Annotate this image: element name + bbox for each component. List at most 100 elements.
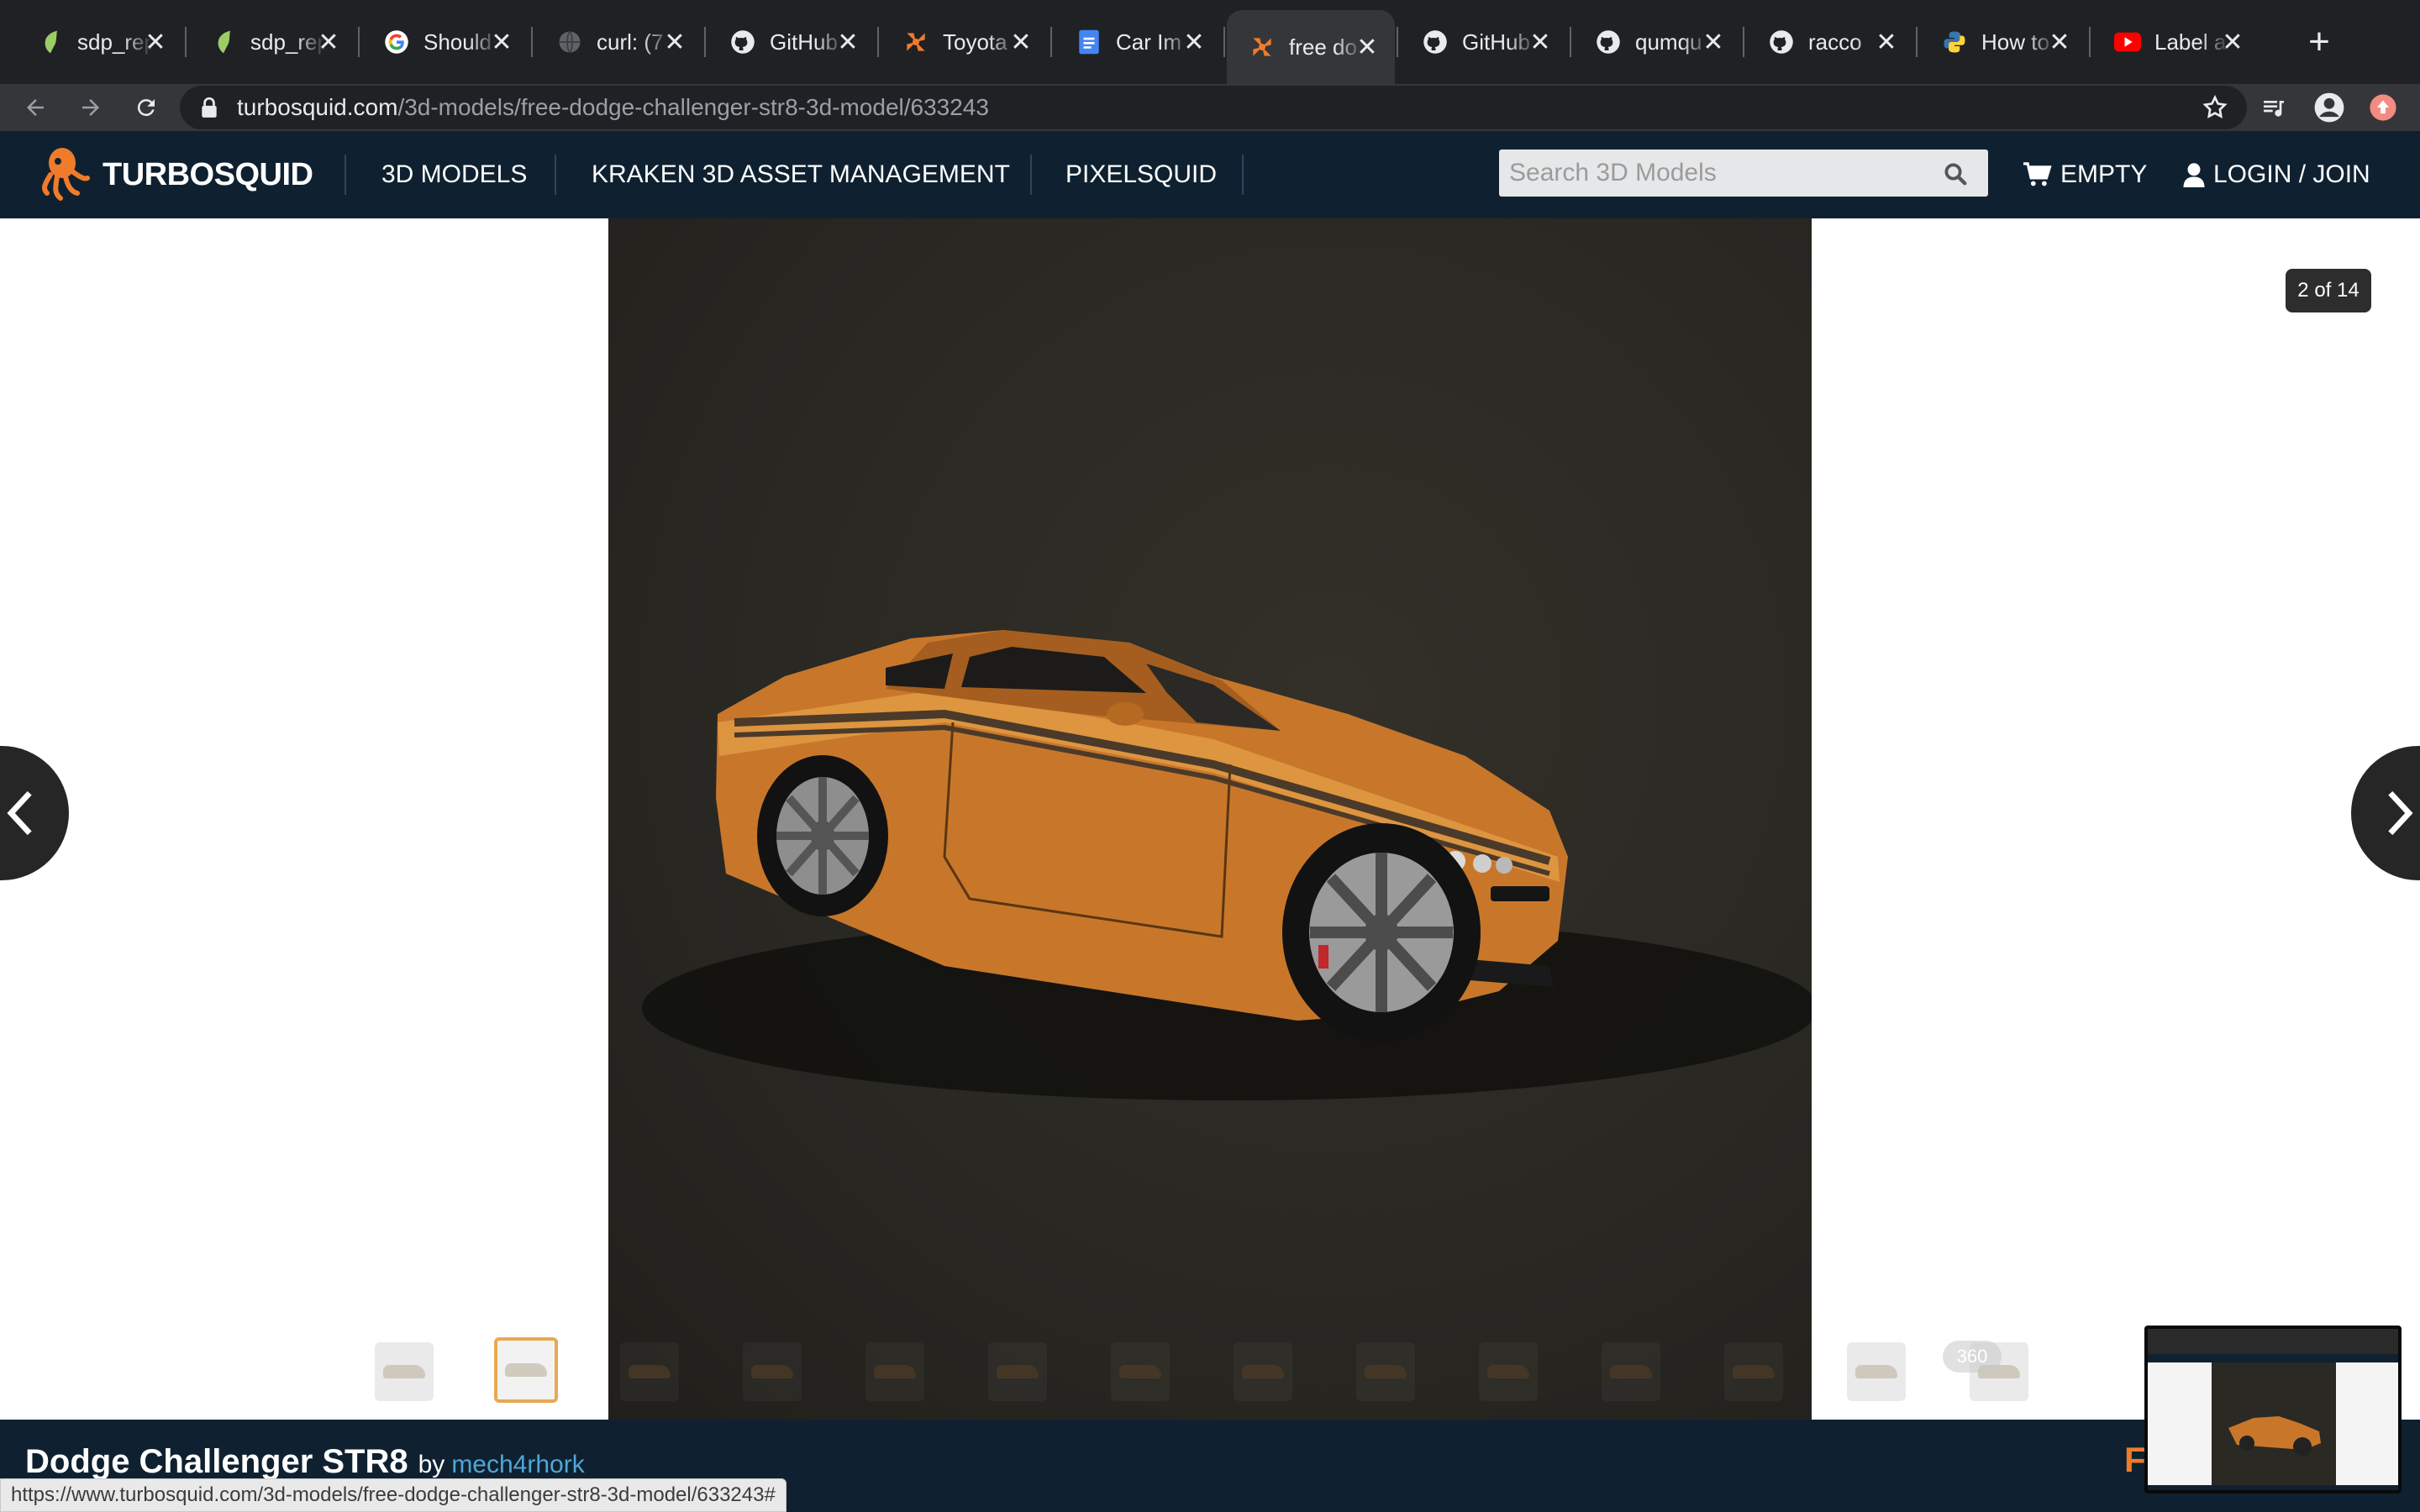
address-bar[interactable]: turbosquid.com /3d-models/free-dodge-cha… — [180, 86, 2247, 129]
browser-tab[interactable]: Toyota ✕ — [881, 12, 1049, 72]
forward-button[interactable] — [69, 86, 113, 129]
thumbnail-image — [1242, 1365, 1284, 1378]
browser-tab[interactable]: sdp_repo✕ — [188, 12, 356, 72]
next-image-button[interactable] — [2351, 746, 2420, 880]
tab-separator — [358, 27, 360, 57]
user-icon — [2183, 162, 2205, 187]
browser-tab[interactable]: qumqu ✕ — [1573, 12, 1741, 72]
browser-tab[interactable]: sdp_repo✕ — [15, 12, 183, 72]
thumbnail[interactable] — [1724, 1342, 1783, 1401]
thumbnail[interactable] — [865, 1342, 924, 1401]
product-heading: Dodge Challenger STR8 by mech4rhork — [25, 1443, 585, 1481]
close-tab-icon[interactable]: ✕ — [1876, 29, 1897, 56]
browser-tab[interactable]: racco ✕ — [1746, 12, 1914, 72]
close-tab-icon[interactable]: ✕ — [837, 29, 859, 56]
thumbnail[interactable] — [743, 1342, 802, 1401]
tab-separator — [531, 27, 533, 57]
login-button[interactable]: LOGIN / JOIN — [2183, 131, 2370, 218]
image-counter: 2 of 14 — [2286, 269, 2371, 312]
thumbnail[interactable] — [1847, 1342, 1906, 1401]
browser-tab[interactable]: Should ✕ — [361, 12, 529, 72]
nav-kraken[interactable]: KRAKEN 3D ASSET MANAGEMENT — [592, 131, 1010, 218]
view-360-badge[interactable]: 360 — [1943, 1341, 2002, 1373]
preview-image[interactable] — [608, 218, 1812, 1420]
close-tab-icon[interactable]: ✕ — [1356, 34, 1378, 61]
thumbnail-selected[interactable] — [494, 1337, 558, 1403]
reload-button[interactable] — [124, 86, 168, 129]
account-circle-icon — [2314, 92, 2344, 123]
nav-3d-models[interactable]: 3D MODELS — [381, 131, 527, 218]
tab-title: sdp_repo — [77, 29, 153, 55]
tab-separator — [185, 27, 187, 57]
browser-tab[interactable]: Label a ✕ — [2092, 12, 2260, 72]
url-domain: turbosquid.com — [237, 94, 398, 120]
thumbnail-image — [1119, 1365, 1161, 1378]
site-header: TURBOSQUID 3D MODELS KRAKEN 3D ASSET MAN… — [0, 131, 2420, 218]
thumbnail-image — [751, 1365, 793, 1378]
squid-logo-icon — [42, 148, 90, 201]
nav-pixelsquid[interactable]: PIXELSQUID — [1065, 131, 1217, 218]
browser-toolbar: turbosquid.com /3d-models/free-dodge-cha… — [0, 84, 2420, 131]
browser-tab[interactable]: curl: (7 ✕ — [534, 12, 702, 72]
pip-preview — [2212, 1362, 2336, 1485]
thumbnail-image — [997, 1365, 1039, 1378]
thumbnail-strip — [0, 1336, 2420, 1408]
thumbnail[interactable] — [620, 1342, 679, 1401]
thumbnail-image — [1733, 1365, 1775, 1378]
thumbnail-image — [874, 1365, 916, 1378]
browser-tab[interactable]: GitHub ✕ — [1400, 12, 1568, 72]
thumbnail[interactable] — [1234, 1342, 1292, 1401]
browser-tab-active[interactable]: free do ✕ — [1227, 10, 1395, 84]
tab-title: racco — [1808, 29, 1862, 55]
close-tab-icon[interactable]: ✕ — [1183, 29, 1205, 56]
tab-separator — [1570, 27, 1571, 57]
close-tab-icon[interactable]: ✕ — [1702, 29, 1724, 56]
thumbnail-image — [629, 1365, 671, 1378]
search-placeholder: Search 3D Models — [1509, 159, 1717, 186]
tab-title: GitHub — [770, 29, 838, 55]
previous-image-button[interactable] — [0, 746, 69, 880]
tab-separator — [2089, 27, 2091, 57]
close-tab-icon[interactable]: ✕ — [2049, 29, 2070, 56]
thumbnail[interactable] — [1111, 1342, 1170, 1401]
author-link[interactable]: mech4rhork — [451, 1451, 584, 1479]
github-icon — [729, 29, 756, 55]
picture-in-picture-window[interactable] — [2144, 1326, 2402, 1494]
bookmark-star-icon[interactable] — [2202, 94, 2228, 127]
back-arrow-icon — [27, 99, 44, 116]
close-tab-icon[interactable]: ✕ — [664, 29, 686, 56]
media-queue-button[interactable] — [2252, 86, 2296, 129]
new-tab-button[interactable]: + — [2296, 18, 2343, 66]
github-icon — [1768, 29, 1795, 55]
turbosquid-logo[interactable]: TURBOSQUID — [39, 143, 313, 207]
cta-button-peek[interactable]: F — [2124, 1440, 2146, 1480]
browser-tab[interactable]: GitHub ✕ — [708, 12, 876, 72]
thumbnail[interactable] — [375, 1342, 434, 1401]
cart-button[interactable]: EMPTY — [2023, 131, 2147, 218]
thumbnail-image — [505, 1363, 547, 1377]
close-tab-icon[interactable]: ✕ — [2222, 29, 2244, 56]
back-button[interactable] — [13, 86, 57, 129]
search-icon[interactable] — [1943, 161, 1968, 193]
tab-separator — [1916, 27, 1918, 57]
tab-title: Label a — [2154, 29, 2227, 55]
close-tab-icon[interactable]: ✕ — [145, 29, 166, 56]
thumbnail[interactable] — [988, 1342, 1047, 1401]
close-tab-icon[interactable]: ✕ — [491, 29, 513, 56]
profile-button[interactable] — [2307, 86, 2351, 129]
tab-title: free do — [1289, 34, 1357, 60]
close-tab-icon[interactable]: ✕ — [1529, 29, 1551, 56]
update-button[interactable] — [2361, 86, 2405, 129]
update-arrow-icon — [2370, 94, 2396, 121]
close-tab-icon[interactable]: ✕ — [318, 29, 339, 56]
car-render — [642, 630, 1812, 1100]
browser-tab[interactable]: Car Im ✕ — [1054, 12, 1222, 72]
thumbnail-image — [1855, 1365, 1897, 1378]
tab-title: How to — [1981, 29, 2049, 55]
close-tab-icon[interactable]: ✕ — [1010, 29, 1032, 56]
thumbnail[interactable] — [1479, 1342, 1538, 1401]
thumbnail[interactable] — [1356, 1342, 1415, 1401]
thumbnail[interactable] — [1602, 1342, 1660, 1401]
search-input[interactable]: Search 3D Models — [1499, 150, 1988, 197]
browser-tab[interactable]: How to ✕ — [1919, 12, 2087, 72]
